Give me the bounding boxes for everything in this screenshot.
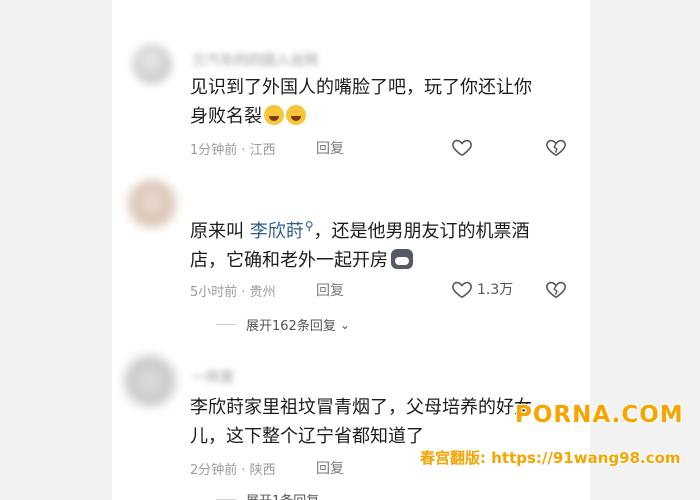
watermark-url: 春宫翻版: https://91wang98.com (420, 449, 681, 467)
comment-text-line: 身败名裂 (190, 102, 570, 131)
heart-icon (452, 281, 472, 299)
comment-text-line: 原来叫 李欣莳⚲，还是他男朋友订的机票酒 (190, 212, 570, 246)
dislike-button[interactable] (544, 136, 568, 162)
comment-text-fragment: 身败名裂 (190, 106, 262, 127)
comment-username[interactable]: 兰汽车的四国入龙网 (192, 50, 318, 70)
expand-replies-button[interactable]: 展开162条回复 ⌄ (216, 315, 350, 334)
broken-heart-icon (546, 281, 566, 299)
like-button[interactable] (451, 136, 473, 158)
comment-text-fragment: 店，它确和老外一起开房 (190, 250, 388, 271)
laughing-crying-emoji-icon (286, 105, 306, 125)
comment-time-location: 5小时前 · 贵州 (190, 285, 276, 300)
chevron-down-icon: ⌄ (339, 317, 350, 332)
comment-text: 李欣莳家里祖坟冒青烟了，父母培养的好女 儿，这下整个辽宁省都知道了 (190, 393, 570, 451)
comment-text: 见识到了外国人的嘴脸了吧，玩了你还让你 身败名裂 (190, 73, 570, 131)
comment-text-line: 见识到了外国人的嘴脸了吧，玩了你还让你 (190, 77, 532, 98)
expand-replies-button[interactable]: 展开1条回复 (216, 490, 319, 500)
reply-button[interactable]: 回复 (316, 458, 344, 478)
expand-replies-label: 展开162条回复 (246, 319, 336, 334)
comment-text-fragment: 原来叫 (190, 221, 250, 242)
heart-icon (452, 139, 472, 157)
comment-text-line: 李欣莳家里祖坟冒青烟了，父母培养的好女 (190, 397, 532, 418)
expand-replies-label: 展开1条回复 (246, 490, 319, 500)
mention-link[interactable]: 李欣莳 (250, 221, 304, 242)
comment-text-fragment: ，还是他男朋友订的机票酒 (313, 221, 530, 242)
broken-heart-icon (546, 139, 566, 157)
comment-username[interactable]: 一阵窗 (192, 367, 234, 387)
reply-button[interactable]: 回复 (316, 280, 344, 300)
laughing-crying-emoji-icon (264, 105, 284, 125)
divider (216, 324, 236, 325)
comment-text-line: 店，它确和老外一起开房 (190, 246, 570, 275)
comment-time-location: 2分钟前 · 陕西 (190, 463, 276, 478)
comment-text: 原来叫 李欣莳⚲，还是他男朋友订的机票酒 店，它确和老外一起开房 (190, 212, 570, 275)
like-button[interactable]: 1.3万 (451, 278, 513, 300)
reply-button[interactable]: 回复 (316, 138, 344, 158)
avatar[interactable] (132, 44, 172, 84)
like-count: 1.3万 (477, 282, 514, 298)
cat-emoji-icon (391, 249, 413, 269)
watermark-brand: PORNA.COM (515, 402, 684, 428)
avatar[interactable] (128, 180, 176, 228)
search-icon: ⚲ (304, 219, 314, 233)
avatar[interactable] (124, 355, 176, 407)
comment-time-location: 1分钟前 · 江西 (190, 143, 276, 158)
dislike-button[interactable] (544, 278, 568, 304)
